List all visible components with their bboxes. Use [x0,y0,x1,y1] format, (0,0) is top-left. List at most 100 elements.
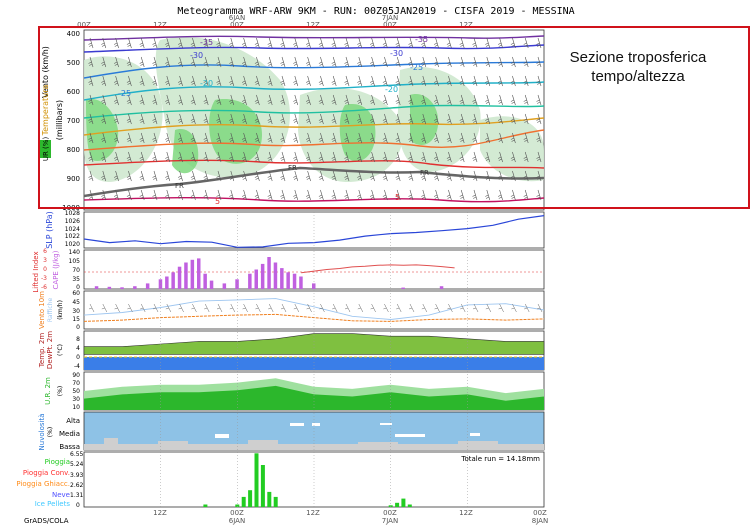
bottom-tick-3: 00Z [383,509,397,517]
cape-bar [133,286,137,289]
precip-bar [273,496,278,507]
legend-pioggia-ghiacc: Pioggia Ghiacc. [16,480,70,488]
legend-pioggia-conv: Pioggia Conv. [23,469,70,477]
rh-tick-30: 30 [72,396,80,403]
temp-tick-8: 8 [76,336,80,343]
li-tick-m6: -6 [41,284,47,291]
wind10-tick-60: 60 [72,290,80,297]
cape-tick-70: 70 [72,267,80,274]
temp2m-panel: 8 4 0 -4 Temp. 2m DewPt. 2m (°C) [38,330,545,371]
temp-tick-4: 4 [76,345,80,352]
bottom-tick-0: 12Z [153,509,167,517]
li-label: Lifted Index [32,251,40,292]
slp-tick-1024: 1024 [65,226,80,233]
precip-tick-131: 1.31 [70,492,84,499]
cape-tick-105: 105 [69,258,81,265]
cape-bar [197,258,201,289]
precip-tick-524: 5.24 [70,461,84,468]
cape-bar [145,283,150,289]
precip-bar [203,504,208,507]
bottom-tick-4: 12Z [459,509,473,517]
wind10-unit: (km/h) [57,300,64,320]
clouds-label: Nuvolosità [38,414,46,451]
cape-bar [171,272,175,289]
cape-bar [254,269,258,289]
top-day-0: 6JAN [229,14,245,22]
cape-bar [203,273,207,289]
precip-tick-0: 0 [76,502,80,509]
bottom-tick-1: 00Z [230,509,244,517]
top-day-1: 7JAN [382,14,398,22]
rh2m-panel: 90 70 50 30 10 U.R. 2m (%) [44,371,545,411]
precip-bar [267,491,272,507]
temp2m-ticks: 8 4 0 -4 [74,336,80,370]
precip-total: Totale run = 14.18mm [460,455,540,463]
wind10-label: Vento 10m [38,291,46,329]
cape-bar [267,257,271,289]
precip-panel: Totale run = 14.18mm 6.55 5.24 3.93 2.62… [16,451,545,509]
li-tick-6: 6 [43,248,47,255]
cape-bar [401,287,405,289]
slp-panel: 1028 1026 1024 1022 1020 SLP (hPa) [45,210,545,249]
rh-tick-70: 70 [72,380,80,387]
cape-right-ticks: 140 105 70 35 0 [69,249,81,291]
temp2m-label: Temp. 2m [38,333,46,369]
precip-tick-262: 2.62 [70,482,84,489]
cloud-alta: Alta [66,417,80,425]
annotation-line-1: Sezione troposferica [569,49,707,66]
bottom-time-axis: 12Z 00Z 12Z 00Z 12Z 00Z 6JAN 7JAN 8JAN [153,509,548,525]
cape-bar [286,272,290,289]
annotation-text: Sezione troposferica tempo/altezza [548,48,728,86]
cloud-level-labels: Alta Media Bassa [59,417,80,451]
precip-tick-655: 6.55 [70,451,84,458]
annotation-line-2: tempo/altezza [591,68,685,85]
bottom-day-1: 7JAN [382,517,398,525]
slp-tick-1022: 1022 [65,233,80,240]
bottom-tick-5: 00Z [533,509,547,517]
temp2m-unit: (°C) [57,344,64,356]
bottom-day-0: 6JAN [229,517,245,525]
cape-bar [209,280,214,289]
rh-tick-90: 90 [72,372,80,379]
slp-label: SLP (hPa) [45,211,54,249]
legend-pioggia: Pioggia [45,458,70,466]
wind10-ticks: 60 45 30 15 0 [72,290,80,331]
wind10-tick-15: 15 [72,316,80,323]
cape-bar [260,263,265,289]
clouds-unit: (%) [47,427,54,437]
cape-bar [292,273,297,289]
precip-bar [248,490,253,507]
cloud-bassa: Bassa [59,443,80,451]
cape-bar [439,286,444,289]
credit: GrADS/COLA [24,517,69,525]
cape-bar [165,276,169,289]
precip-bar [395,502,400,507]
precip-bar [401,498,406,507]
precip-legend: Pioggia Pioggia Conv. Pioggia Ghiacc. Ne… [16,458,70,508]
cape-tick-35: 35 [72,276,80,283]
dewpt-label: DewPt. 2m [46,331,54,369]
cape-bar [107,286,112,289]
rh-tick-50: 50 [72,388,80,395]
precip-bar [407,504,412,507]
cape-bar [273,262,278,289]
cape-bar [299,276,303,289]
rh-tick-10: 10 [72,404,80,411]
li-tick-m3: -3 [41,275,47,282]
precip-tick-393: 3.93 [70,472,84,479]
cape-bar [184,262,188,289]
cape-bar [280,268,284,289]
precip-bar [260,465,265,507]
rh2m-label: U.R. 2m [44,377,52,405]
li-tick-0: 0 [43,266,47,273]
slp-tick-1020: 1020 [65,241,80,248]
precip-bar [254,453,259,507]
cape-label: CAPE (J/kg) [52,250,60,289]
wind10-tick-30: 30 [72,308,80,315]
slp-ticks: 1028 1026 1024 1022 1020 [65,210,80,248]
wind10-tick-45: 45 [72,299,80,306]
cape-bar [248,273,252,289]
cape-bar [177,266,182,289]
clouds-panel: Alta Media Bassa Nuvolosità (%) [38,411,545,451]
legend-neve: Neve [52,491,70,499]
